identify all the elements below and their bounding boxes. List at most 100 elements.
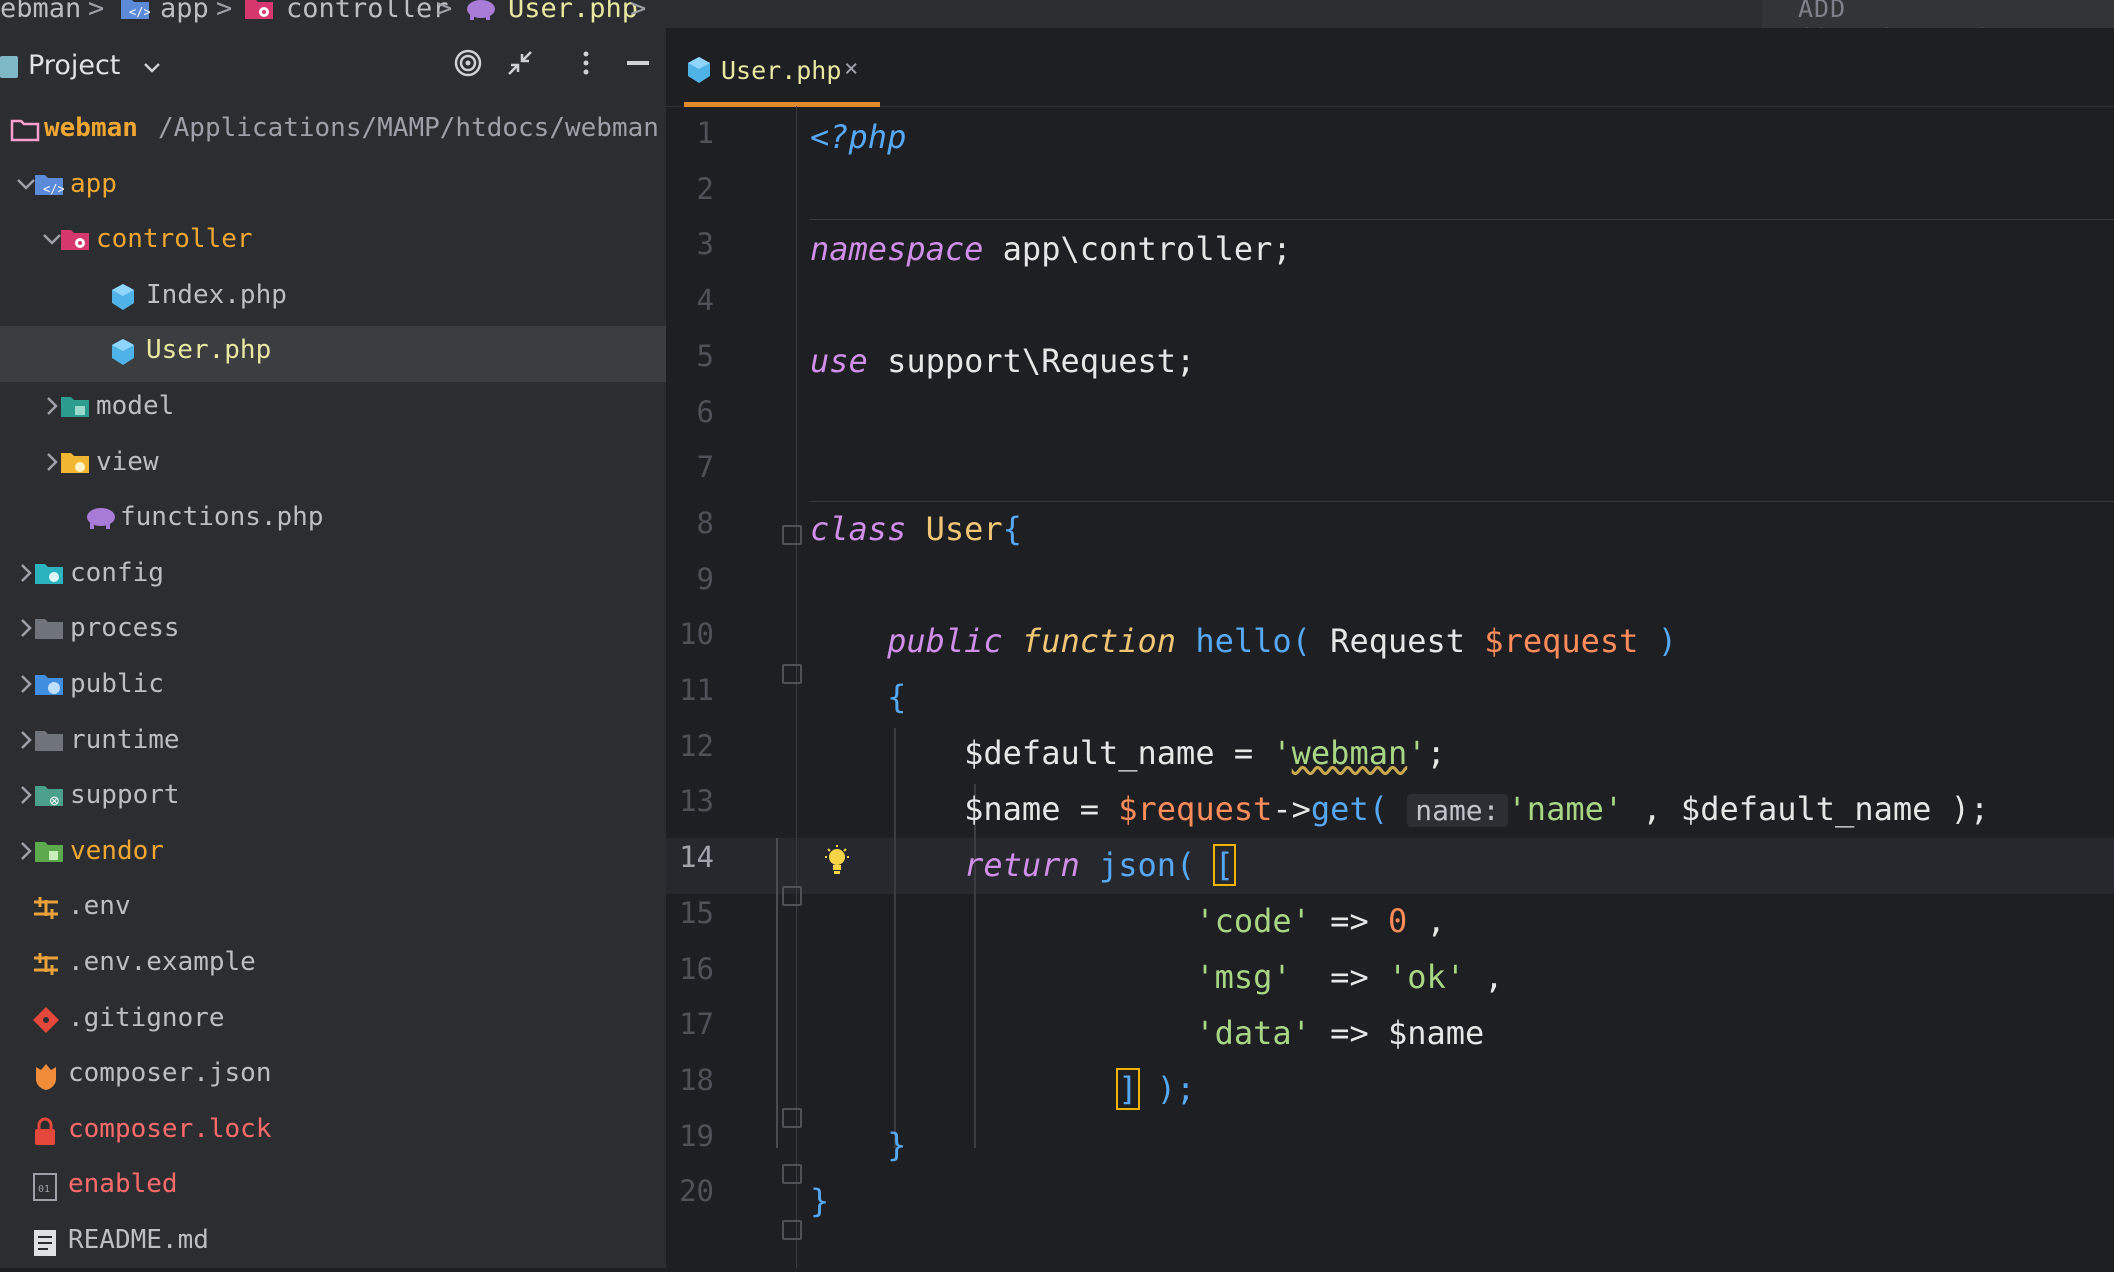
controller-folder-icon: [60, 227, 90, 257]
markdown-icon: [32, 1228, 62, 1258]
brace: }: [810, 1182, 830, 1220]
tree-item[interactable]: User.php: [0, 326, 666, 383]
svg-text:⊗: ⊗: [49, 794, 60, 809]
indent-guide: [776, 838, 778, 1148]
keyword: return: [964, 846, 1080, 884]
code-line-8[interactable]: class User{: [810, 510, 1022, 548]
tree-item-label: public: [70, 669, 164, 699]
tree-item[interactable]: .gitignore: [0, 994, 666, 1050]
tree-item[interactable]: runtime: [0, 716, 666, 772]
code-line-14[interactable]: return json( [: [810, 844, 1236, 886]
paren: ): [1638, 622, 1677, 660]
fold-marker[interactable]: [782, 664, 802, 684]
breadcrumb-project[interactable]: ebman: [0, 0, 81, 24]
support-folder-icon: ⊗: [34, 783, 64, 813]
add-configuration-button[interactable]: ADD CONFIGURATION...: [1762, 0, 2114, 28]
composer-icon: [32, 1061, 62, 1091]
function-name: json: [1098, 846, 1177, 884]
array-key: 'data': [1195, 1014, 1311, 1052]
code-line-16[interactable]: 'msg' => 'ok' ,: [810, 958, 1503, 996]
tree-item[interactable]: public: [0, 660, 666, 716]
collapse-all-icon[interactable]: [502, 48, 538, 84]
tree-item-label: process: [70, 613, 180, 644]
code-line-5[interactable]: use support\Request;: [810, 342, 1195, 380]
tree-item[interactable]: .env.example: [0, 938, 666, 994]
navigation-bar: ebman > </> app > controller > User.php …: [0, 0, 2114, 28]
project-tool-window: Project webman /Applications/MAMP/htdocs…: [0, 28, 666, 1268]
function-name: hello: [1195, 622, 1292, 660]
php-class-icon: [686, 56, 712, 88]
tree-item[interactable]: README.md: [0, 1216, 666, 1272]
code-line-17[interactable]: 'data' => $name: [810, 1014, 1484, 1052]
line-number: 9: [696, 561, 714, 596]
line-number: 19: [679, 1118, 714, 1153]
paren: (: [1291, 622, 1331, 660]
line-number: 8: [696, 505, 714, 540]
project-view-title[interactable]: Project: [28, 50, 120, 81]
tree-item[interactable]: functions.php: [0, 493, 666, 549]
code-line-13[interactable]: $name = $request->get( name:'name' , $de…: [810, 790, 1989, 828]
tree-item[interactable]: ⊗ support: [0, 771, 666, 827]
project-view-icon: [0, 56, 20, 82]
tree-item[interactable]: process: [0, 604, 666, 660]
tree-item[interactable]: vendor: [0, 827, 666, 883]
arrow: =>: [1310, 1014, 1388, 1052]
tree-item[interactable]: composer.lock: [0, 1105, 666, 1161]
breadcrumb-item-controller[interactable]: controller: [286, 0, 449, 24]
fold-marker[interactable]: [782, 1220, 802, 1240]
code-line-15[interactable]: 'code' => 0 ,: [810, 902, 1445, 940]
variable: $default_name: [964, 734, 1215, 772]
fold-marker[interactable]: [782, 886, 802, 906]
config-folder-icon: [34, 561, 64, 591]
tree-item-label: support: [70, 780, 180, 811]
breadcrumb-item-app[interactable]: app: [160, 0, 209, 24]
tree-item[interactable]: view: [0, 438, 666, 494]
more-options-icon[interactable]: [568, 48, 604, 84]
code-line-20[interactable]: }: [810, 1182, 829, 1220]
model-folder-icon: [60, 394, 90, 424]
line-number: 5: [696, 338, 714, 373]
code-line-3[interactable]: namespace app\controller;: [810, 230, 1292, 268]
code-line-11[interactable]: {: [810, 678, 906, 716]
keyword: use: [810, 342, 868, 380]
breadcrumb-separator: >: [88, 0, 105, 24]
tree-root-webman[interactable]: webman /Applications/MAMP/htdocs/webman: [0, 104, 666, 160]
array-key: 'code': [1195, 902, 1311, 940]
line-number: 1: [696, 116, 714, 150]
fold-marker[interactable]: [782, 525, 802, 545]
tree-item[interactable]: controller: [0, 215, 666, 271]
namespace-name: app\controller;: [983, 230, 1292, 268]
parameter: $request: [1484, 622, 1639, 660]
arrow: ->: [1272, 790, 1311, 828]
fold-marker[interactable]: [782, 1108, 802, 1128]
close-icon[interactable]: ×: [844, 54, 858, 82]
locate-target-icon[interactable]: [450, 48, 486, 84]
code-line-10[interactable]: public function hello( Request $request …: [810, 622, 1677, 660]
code-line-12[interactable]: $default_name = 'webman';: [810, 734, 1446, 772]
breadcrumb-item-file[interactable]: User.php: [508, 0, 638, 24]
code-line-19[interactable]: }: [810, 1126, 906, 1164]
fold-marker[interactable]: [782, 1164, 802, 1184]
tree-item[interactable]: Index.php: [0, 271, 666, 327]
breadcrumb-separator: >: [216, 0, 233, 24]
keyword: namespace: [810, 230, 984, 268]
controller-folder-icon: [244, 0, 274, 28]
tree-item[interactable]: .env: [0, 882, 666, 938]
code-line-18[interactable]: ] );: [810, 1068, 1195, 1110]
tree-item[interactable]: model: [0, 382, 666, 438]
arrow: =>: [1310, 902, 1388, 940]
code-line-1[interactable]: <?php: [810, 118, 906, 156]
hide-panel-icon[interactable]: [620, 48, 656, 84]
comma: ,: [1623, 790, 1681, 828]
tree-item[interactable]: config: [0, 549, 666, 605]
keyword: public: [887, 622, 1003, 660]
tree-item-label: runtime: [70, 724, 180, 755]
tree-item[interactable]: 01 enabled: [0, 1160, 666, 1216]
source-folder-icon: </>: [120, 0, 151, 27]
chevron-down-icon[interactable]: [142, 60, 162, 79]
string-literal: 'ok': [1387, 958, 1466, 996]
tree-item[interactable]: </> app: [0, 160, 666, 216]
tree-item[interactable]: composer.json: [0, 1049, 666, 1105]
php-class-icon: [110, 283, 140, 313]
tab-user-php[interactable]: User.php ×: [666, 28, 880, 107]
